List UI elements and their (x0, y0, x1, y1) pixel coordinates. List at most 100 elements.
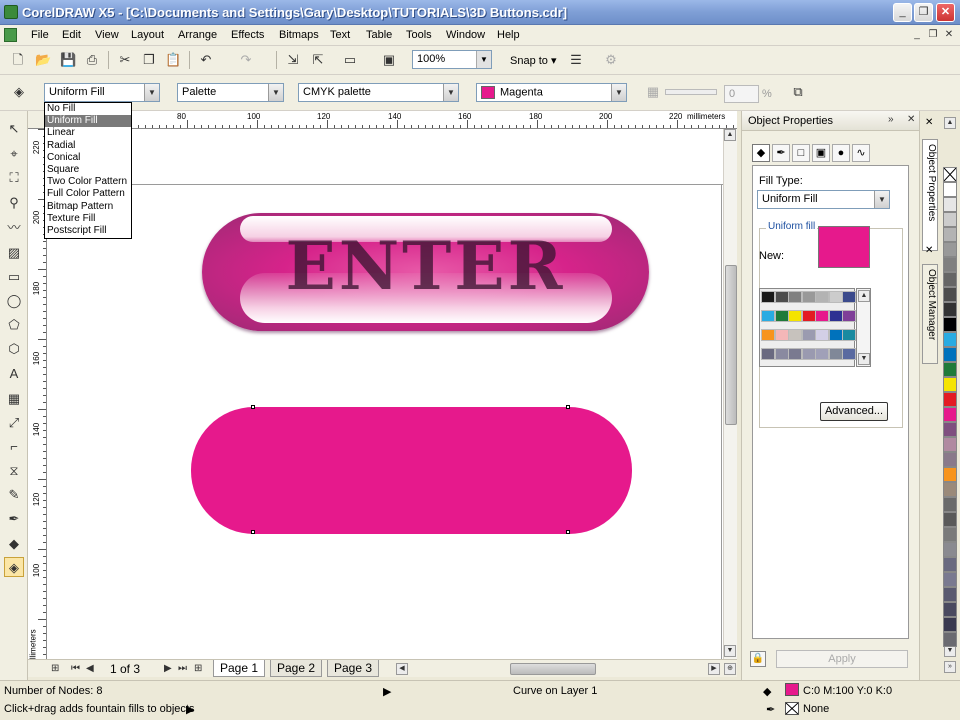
option-radial[interactable]: Radial (45, 140, 131, 152)
color-swatch[interactable] (788, 329, 802, 341)
restore-button[interactable]: ❐ (914, 3, 933, 22)
dimension-tool-icon[interactable]: ⤢ (4, 413, 24, 433)
palette-swatch[interactable] (943, 557, 957, 572)
application-launcher-icon[interactable]: ⚙ (603, 52, 619, 68)
color-swatch[interactable] (761, 348, 775, 360)
palette-type-combo[interactable]: Palette ▼ (177, 83, 284, 102)
internet-tab-icon[interactable]: ● (832, 144, 850, 162)
last-page-icon[interactable]: ⏭ (178, 663, 187, 674)
selected-pill-object[interactable] (191, 407, 632, 534)
menu-effects[interactable]: Effects (231, 29, 264, 41)
next-page-icon[interactable]: ▶ (164, 663, 172, 674)
menu-layout[interactable]: Layout (131, 29, 164, 41)
eyedropper-tool-icon[interactable]: ✎ (4, 485, 24, 505)
tab-object-properties[interactable]: Object Properties (922, 139, 938, 251)
table-tool-icon[interactable]: ▦ (4, 389, 24, 409)
blend-tool-icon[interactable]: ⧖ (4, 461, 24, 481)
palette-swatch[interactable] (943, 392, 957, 407)
palette-swatch[interactable] (943, 257, 957, 272)
drawing-canvas[interactable]: ENTER (47, 129, 723, 659)
scroll-left-button[interactable]: ◀ (396, 663, 408, 675)
selection-handle[interactable] (566, 530, 570, 534)
option-bitmap-pattern[interactable]: Bitmap Pattern (45, 201, 131, 213)
chevron-down-icon[interactable]: ▼ (611, 84, 626, 101)
interactive-fill-tool-icon[interactable]: ◈ (4, 557, 24, 577)
color-swatch[interactable] (761, 329, 775, 341)
welcome-screen-icon[interactable]: ▣ (381, 52, 397, 68)
palette-swatch[interactable] (943, 287, 957, 302)
chevron-down-icon[interactable]: ▼ (476, 51, 491, 68)
color-swatch[interactable] (801, 329, 816, 341)
palette-swatch[interactable] (943, 212, 957, 227)
chevron-down-icon[interactable]: ▼ (268, 84, 283, 101)
option-conical[interactable]: Conical (45, 152, 131, 164)
color-swatch-grid[interactable] (759, 288, 856, 367)
palette-swatch[interactable] (943, 632, 957, 647)
scroll-right-button[interactable]: ▶ (708, 663, 720, 675)
color-swatch[interactable] (788, 348, 802, 360)
color-swatch[interactable] (774, 348, 789, 360)
palette-swatch[interactable] (943, 617, 957, 632)
selection-handle[interactable] (251, 405, 255, 409)
freehand-tool-icon[interactable]: 〰 (4, 218, 24, 238)
palette-name-combo[interactable]: CMYK palette ▼ (298, 83, 459, 102)
palette-swatch[interactable] (943, 272, 957, 287)
palette-flyout-button[interactable]: » (944, 661, 956, 673)
option-square[interactable]: Square (45, 164, 131, 176)
advanced-button[interactable]: Advanced... (820, 402, 888, 421)
fill-color-swatch[interactable] (785, 683, 799, 696)
previous-page-icon[interactable]: ◀ (86, 663, 94, 674)
no-color-swatch[interactable] (943, 167, 957, 182)
option-full-color-pattern[interactable]: Full Color Pattern (45, 188, 131, 200)
apply-button[interactable]: Apply (776, 650, 908, 668)
color-swatch[interactable] (815, 291, 829, 303)
outline-none-swatch[interactable] (785, 702, 799, 715)
color-swatch[interactable] (774, 310, 789, 322)
chevron-down-icon[interactable]: ▼ (874, 191, 889, 208)
smart-fill-tool-icon[interactable]: ▨ (4, 243, 24, 263)
text-tool-icon[interactable]: A (4, 364, 24, 384)
color-combo[interactable]: Magenta ▼ (476, 83, 627, 102)
color-swatch[interactable] (815, 329, 829, 341)
color-swatch[interactable] (842, 348, 856, 360)
zoom-level-combo[interactable]: 100% ▼ (412, 50, 492, 69)
palette-swatch[interactable] (943, 302, 957, 317)
outline-tab-icon[interactable]: ✒ (772, 144, 790, 162)
document-restore-button[interactable]: ❐ (926, 28, 940, 42)
color-swatch[interactable] (828, 310, 843, 322)
palette-swatch[interactable] (943, 182, 957, 197)
docker-fill-type-combo[interactable]: Uniform Fill ▼ (757, 190, 890, 209)
tab-page-3[interactable]: Page 3 (327, 660, 380, 677)
vertical-scroll-thumb[interactable] (725, 265, 737, 425)
vertical-scrollbar[interactable]: ▲ ▼ (723, 129, 737, 659)
tab-page-1[interactable]: Page 1 (213, 660, 266, 677)
enter-text-object[interactable]: ENTER (202, 227, 649, 305)
palette-swatch[interactable] (943, 602, 957, 617)
interactive-fill-icon[interactable]: ◈ (11, 84, 27, 100)
coreldraw-app-icon[interactable] (4, 5, 18, 19)
navigator-icon[interactable]: ⊕ (724, 663, 736, 675)
menu-text[interactable]: Text (330, 29, 350, 41)
palette-swatch[interactable] (943, 512, 957, 527)
color-swatch[interactable] (842, 291, 856, 303)
color-swatch[interactable] (788, 310, 802, 322)
selection-handle[interactable] (251, 530, 255, 534)
palette-swatch[interactable] (943, 197, 957, 212)
menu-tools[interactable]: Tools (406, 29, 432, 41)
crop-tool-icon[interactable]: ⛶ (4, 168, 24, 188)
palette-scroll-up-button[interactable]: ▲ (944, 117, 956, 129)
collapse-icon[interactable]: » (888, 114, 894, 125)
swatch-grid-scrollbar[interactable]: ▲ ▼ (856, 288, 871, 367)
option-uniform-fill[interactable]: Uniform Fill (45, 115, 131, 128)
pick-tool-icon[interactable]: ↖ (4, 119, 24, 139)
cut-icon[interactable]: ✂ (117, 52, 133, 68)
snap-to-button[interactable]: Snap to ▾ (510, 54, 557, 67)
status-arrow-icon[interactable]: ▶ (383, 685, 391, 698)
undo-icon[interactable]: ↶ (198, 52, 214, 68)
palette-swatch[interactable] (943, 227, 957, 242)
tab-object-manager[interactable]: Object Manager (922, 264, 938, 364)
connector-tool-icon[interactable]: ⌐ (4, 437, 24, 457)
color-swatch[interactable] (815, 348, 829, 360)
menu-arrange[interactable]: Arrange (178, 29, 217, 41)
outline-pen-tool-icon[interactable]: ✒ (4, 509, 24, 529)
